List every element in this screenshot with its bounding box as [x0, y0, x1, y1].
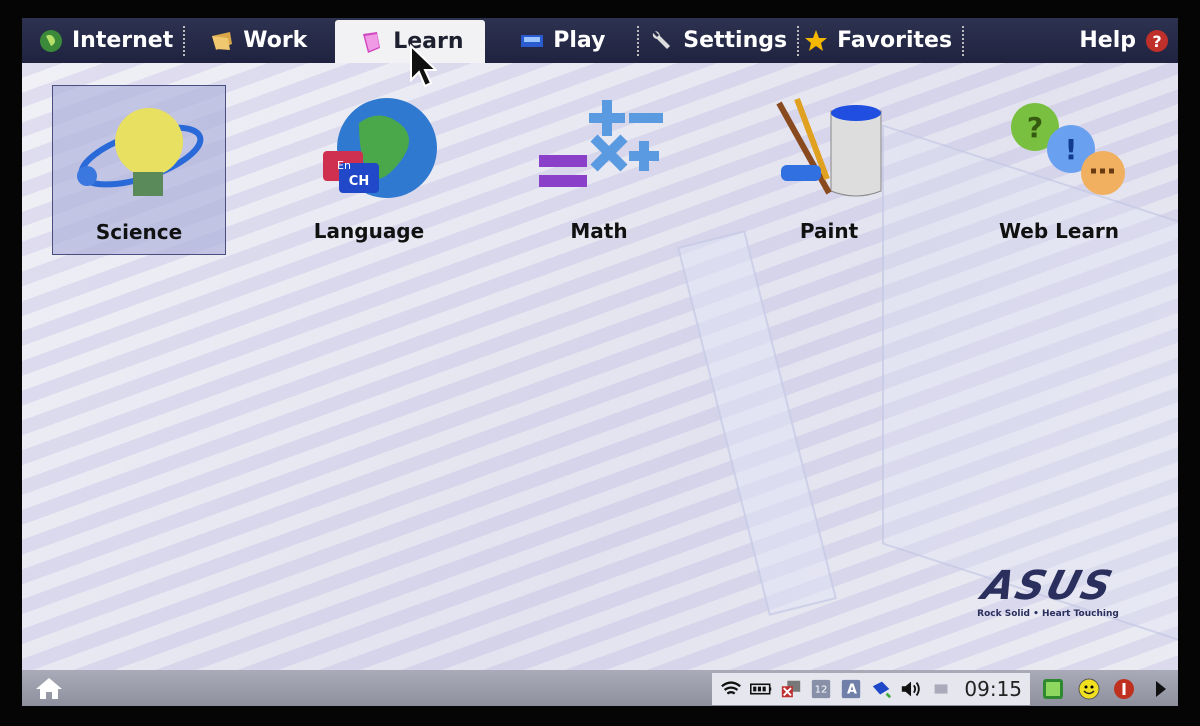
- home-icon[interactable]: [34, 676, 64, 700]
- svg-text:A: A: [847, 683, 857, 698]
- learn-panel: Science CH En Language Math Paint ?! Web …: [22, 63, 1178, 670]
- lightbulb-atom-icon: [77, 108, 204, 196]
- app-web-learn[interactable]: ?! Web Learn: [972, 85, 1146, 255]
- smiley-icon[interactable]: [1078, 678, 1100, 700]
- paint-bucket-icon: [776, 97, 882, 197]
- svg-text:?: ?: [1027, 111, 1043, 144]
- folder-icon: [212, 31, 233, 50]
- system-tray: 12 A 09:15: [712, 673, 1030, 705]
- web-learn-icon: ?!: [1011, 103, 1125, 195]
- storage-icon[interactable]: [870, 678, 892, 700]
- tab-bar: Internet Work Learn Play Settings Favori…: [22, 18, 1178, 63]
- app-math[interactable]: Math: [512, 85, 686, 255]
- tab-play[interactable]: Play: [485, 18, 637, 63]
- tab-internet[interactable]: Internet: [28, 18, 183, 63]
- book-icon: [363, 31, 381, 53]
- logo-tagline: Rock Solid • Heart Touching: [977, 609, 1119, 619]
- tab-settings[interactable]: Settings: [639, 18, 797, 63]
- decorative-shape: [677, 230, 837, 616]
- globe-icon: [40, 29, 62, 52]
- star-icon: [805, 29, 828, 51]
- app-label: Language: [313, 219, 425, 243]
- app-label: Web Learn: [998, 219, 1120, 243]
- tab-favorites[interactable]: Favorites: [799, 18, 962, 63]
- svg-text:?: ?: [1152, 32, 1161, 51]
- app-science[interactable]: Science: [52, 85, 226, 255]
- help-button[interactable]: Help ?: [1079, 18, 1170, 63]
- math-symbols-icon: [539, 100, 663, 187]
- app-language[interactable]: CH En Language: [282, 85, 456, 255]
- monitor-icon[interactable]: [930, 678, 952, 700]
- app-paint[interactable]: Paint: [742, 85, 916, 255]
- number-input-icon[interactable]: 12: [810, 678, 832, 700]
- tab-work[interactable]: Work: [185, 18, 335, 63]
- network-disconnected-icon[interactable]: [780, 678, 802, 700]
- app-label: Math: [570, 219, 628, 243]
- svg-text:!: !: [1065, 133, 1078, 166]
- help-label: Help: [1079, 28, 1136, 53]
- globe-language-icon: CH En: [323, 98, 437, 198]
- app-label: Science: [95, 220, 183, 244]
- game-icon: [521, 34, 544, 47]
- taskbar: 12 A 09:15: [22, 670, 1178, 706]
- tab-label: Work: [243, 28, 308, 53]
- volume-icon[interactable]: [900, 678, 922, 700]
- tab-label: Settings: [683, 28, 788, 53]
- ch-badge: CH: [349, 174, 369, 189]
- battery-icon[interactable]: [750, 678, 772, 700]
- arrow-right-icon[interactable]: [1150, 678, 1172, 700]
- wrench-icon: [653, 30, 671, 49]
- tab-label: Internet: [72, 28, 174, 53]
- mouse-cursor-icon: [410, 44, 437, 88]
- power-icon[interactable]: [1113, 678, 1135, 700]
- desktop-grid-icon[interactable]: [1042, 678, 1064, 700]
- tab-label: Play: [553, 28, 606, 53]
- svg-text:12: 12: [815, 685, 828, 696]
- keyboard-input-icon[interactable]: A: [840, 678, 862, 700]
- logo-text: ASUS: [977, 563, 1119, 609]
- desktop-screen: Internet Work Learn Play Settings Favori…: [22, 18, 1178, 706]
- wifi-settings-icon[interactable]: [720, 678, 742, 700]
- tab-label: Favorites: [837, 28, 953, 53]
- separator: [962, 25, 965, 56]
- asus-logo: ASUS Rock Solid • Heart Touching: [968, 563, 1128, 619]
- en-badge: En: [337, 159, 351, 172]
- question-icon: ?: [1146, 29, 1168, 52]
- clock[interactable]: 09:15: [964, 677, 1022, 701]
- app-label: Paint: [799, 219, 859, 243]
